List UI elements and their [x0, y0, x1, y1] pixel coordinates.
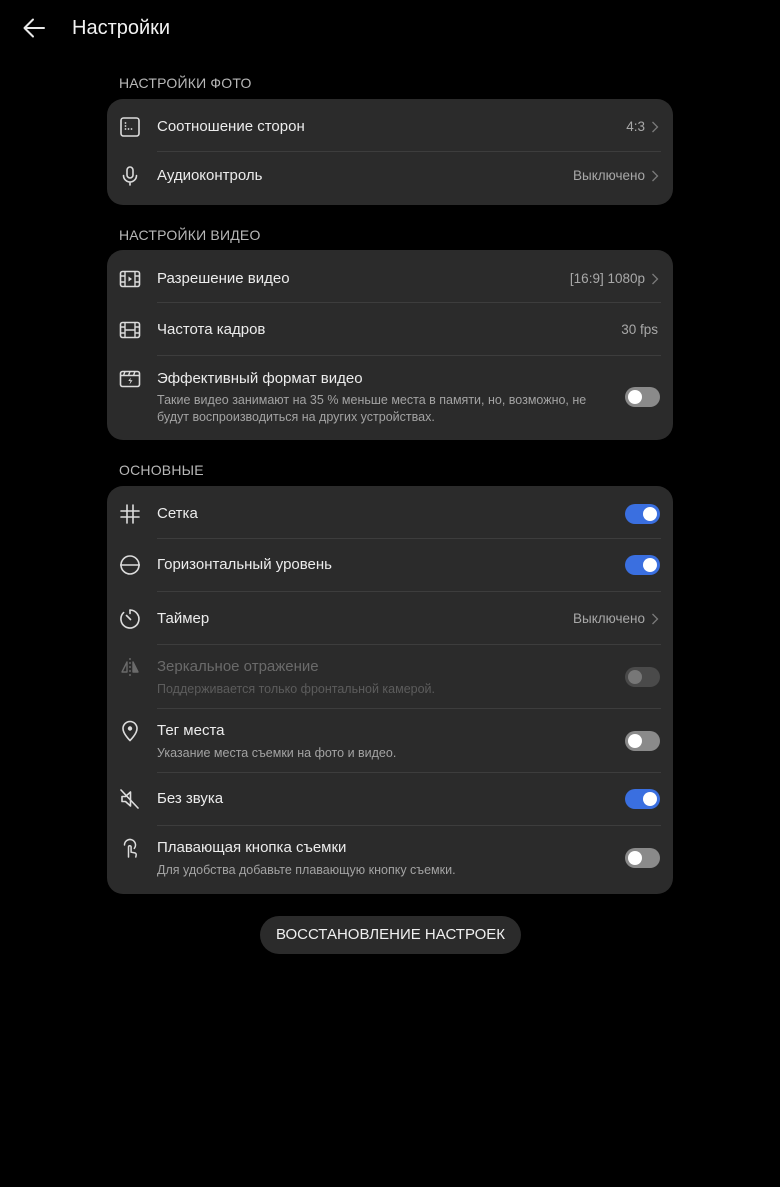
setting-label: Зеркальное отражение: [157, 658, 319, 675]
video-resolution-icon: [118, 267, 142, 291]
card-general-settings: Сетка Горизонтальный уровень Таймер Выкл…: [107, 486, 673, 894]
setting-label: Плавающая кнопка съемки: [157, 839, 347, 856]
setting-description: Такие видео занимают на 35 % меньше мест…: [157, 393, 587, 424]
toggle-knob: [628, 851, 642, 865]
setting-value: Выключено: [573, 611, 645, 626]
toggle-knob: [643, 558, 657, 572]
setting-label: Тег места: [157, 722, 225, 739]
toggle-knob: [643, 792, 657, 806]
reset-settings-button[interactable]: ВОССТАНОВЛЕНИЕ НАСТРОЕК: [260, 916, 521, 954]
level-icon: [118, 553, 142, 577]
back-arrow-icon[interactable]: [20, 14, 48, 42]
setting-label: Горизонтальный уровень: [157, 556, 332, 573]
mirror-toggle: [625, 667, 660, 687]
setting-label: Разрешение видео: [157, 270, 290, 287]
floating-shutter-toggle[interactable]: [625, 848, 660, 868]
toggle-knob: [628, 734, 642, 748]
setting-video-resolution[interactable]: Разрешение видео [16:9] 1080p: [107, 250, 673, 302]
film-icon: [118, 318, 142, 342]
setting-description: Поддерживается только фронтальной камеро…: [157, 682, 436, 696]
setting-value: [16:9] 1080p: [569, 271, 645, 286]
mute-icon: [118, 787, 142, 811]
setting-floating-shutter[interactable]: Плавающая кнопка съемки Для удобства доб…: [107, 826, 673, 894]
setting-mute[interactable]: Без звука: [107, 773, 673, 825]
toggle-knob: [628, 390, 642, 404]
chevron-right-icon: [652, 170, 659, 182]
setting-aspect-ratio[interactable]: Соотношение сторон 4:3: [107, 99, 673, 151]
card-photo-settings: Соотношение сторон 4:3 Аудиоконтроль Вык…: [107, 99, 673, 205]
setting-efficient-format[interactable]: Эффективный формат видео Такие видео зан…: [107, 356, 673, 440]
setting-horizontal-level[interactable]: Горизонтальный уровень: [107, 539, 673, 591]
setting-location-tag[interactable]: Тег места Указание места съемки на фото …: [107, 709, 673, 772]
setting-label: Без звука: [157, 790, 224, 807]
app-header: Настройки: [0, 0, 780, 56]
card-video-settings: Разрешение видео [16:9] 1080p Частота ка…: [107, 250, 673, 440]
efficient-format-icon: [118, 367, 142, 391]
chevron-right-icon: [652, 613, 659, 625]
chevron-right-icon: [652, 273, 659, 285]
setting-frame-rate[interactable]: Частота кадров 30 fps: [107, 303, 673, 355]
setting-value: Выключено: [573, 168, 645, 183]
grid-toggle[interactable]: [625, 504, 660, 524]
page-title: Настройки: [72, 17, 171, 39]
setting-label: Частота кадров: [157, 321, 266, 338]
setting-label: Эффективный формат видео: [157, 370, 363, 387]
toggle-knob: [628, 670, 642, 684]
mirror-icon: [118, 655, 142, 679]
setting-value: 4:3: [626, 119, 645, 134]
efficient-format-toggle[interactable]: [625, 387, 660, 407]
setting-grid[interactable]: Сетка: [107, 486, 673, 538]
setting-label: Аудиоконтроль: [157, 167, 263, 184]
setting-mirror: Зеркальное отражение Поддерживается толь…: [107, 645, 673, 708]
timer-icon: [118, 607, 142, 631]
section-label-general: ОСНОВНЫЕ: [119, 462, 204, 478]
toggle-knob: [643, 507, 657, 521]
setting-audio-control[interactable]: Аудиоконтроль Выключено: [107, 152, 673, 205]
setting-timer[interactable]: Таймер Выключено: [107, 592, 673, 644]
aspect-ratio-icon: [118, 115, 142, 139]
microphone-icon: [118, 164, 142, 188]
setting-description: Для удобства добавьте плавающую кнопку с…: [157, 863, 456, 877]
horizontal-level-toggle[interactable]: [625, 555, 660, 575]
location-pin-icon: [118, 719, 142, 743]
setting-label: Таймер: [157, 610, 210, 627]
mute-toggle[interactable]: [625, 789, 660, 809]
floating-shutter-icon: [118, 836, 142, 860]
setting-label: Соотношение сторон: [157, 118, 305, 135]
section-label-photo: НАСТРОЙКИ ФОТО: [119, 75, 252, 91]
setting-value: 30 fps: [621, 322, 658, 337]
section-label-video: НАСТРОЙКИ ВИДЕО: [119, 227, 261, 243]
location-tag-toggle[interactable]: [625, 731, 660, 751]
setting-description: Указание места съемки на фото и видео.: [157, 746, 397, 760]
setting-label: Сетка: [157, 505, 198, 522]
chevron-right-icon: [652, 121, 659, 133]
grid-icon: [118, 502, 142, 526]
